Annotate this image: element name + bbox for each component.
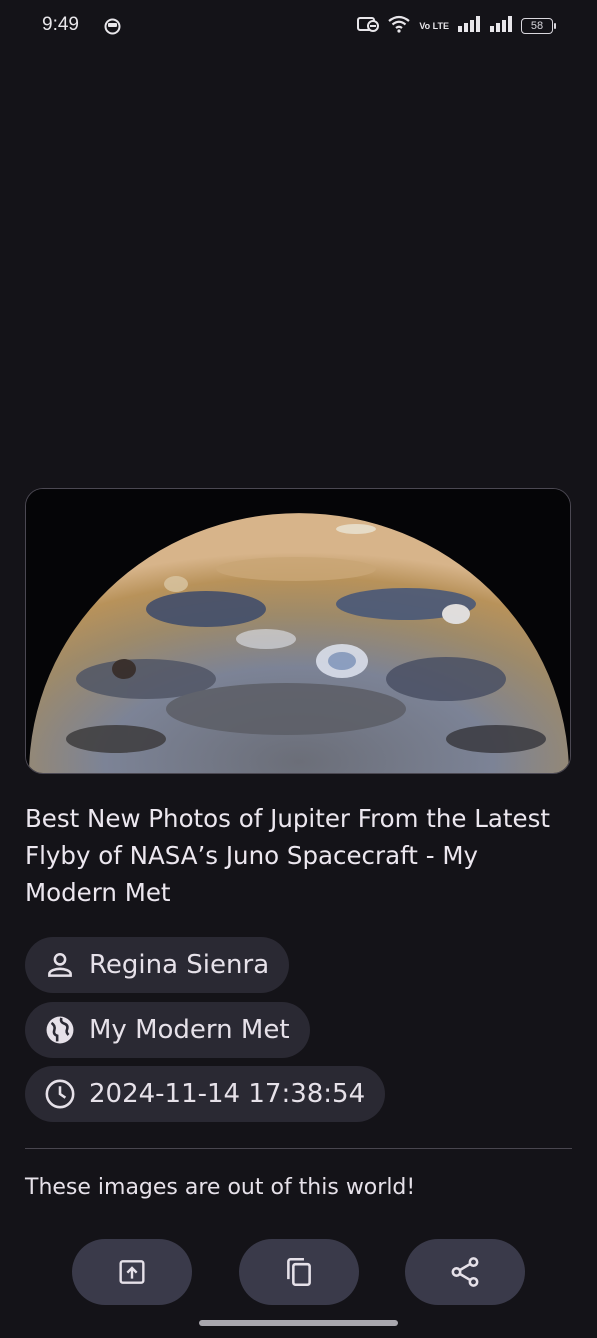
- home-indicator[interactable]: [199, 1320, 398, 1326]
- signal-icon-2: [489, 16, 513, 36]
- app-notification-icon: [104, 18, 121, 39]
- datetime-chip[interactable]: 2024-11-14 17:38:54: [25, 1066, 386, 1122]
- share-icon: [451, 1257, 479, 1287]
- status-icons: Vo LTE 58: [357, 15, 556, 37]
- copy-button[interactable]: [239, 1239, 359, 1305]
- cast-icon: [357, 16, 380, 36]
- published-datetime: 2024-11-14 17:38:54: [89, 1079, 366, 1109]
- globe-icon: [46, 1016, 74, 1044]
- wifi-icon: [387, 15, 411, 37]
- clock-icon: [45, 1079, 75, 1109]
- article-description: These images are out of this world!: [25, 1175, 416, 1200]
- copy-icon: [287, 1257, 311, 1287]
- person-icon: [48, 952, 72, 977]
- signal-icon: [457, 16, 481, 36]
- article-title: Best New Photos of Jupiter From the Late…: [25, 804, 550, 907]
- status-time: 9:49: [42, 14, 79, 35]
- open-external-icon: [119, 1260, 145, 1284]
- jupiter-image: [26, 489, 570, 773]
- article-image[interactable]: [25, 488, 571, 774]
- share-button[interactable]: [405, 1239, 525, 1305]
- battery-icon: 58: [521, 18, 556, 34]
- status-bar: 9:49 Vo LTE 58: [0, 0, 597, 54]
- volte-icon: Vo LTE: [419, 20, 449, 31]
- open-in-browser-button[interactable]: [72, 1239, 192, 1305]
- source-chip[interactable]: My Modern Met: [25, 1002, 310, 1058]
- divider: [25, 1148, 572, 1149]
- author-chip[interactable]: Regina Sienra: [25, 937, 290, 993]
- source-name: My Modern Met: [89, 1015, 290, 1045]
- author-name: Regina Sienra: [89, 950, 270, 980]
